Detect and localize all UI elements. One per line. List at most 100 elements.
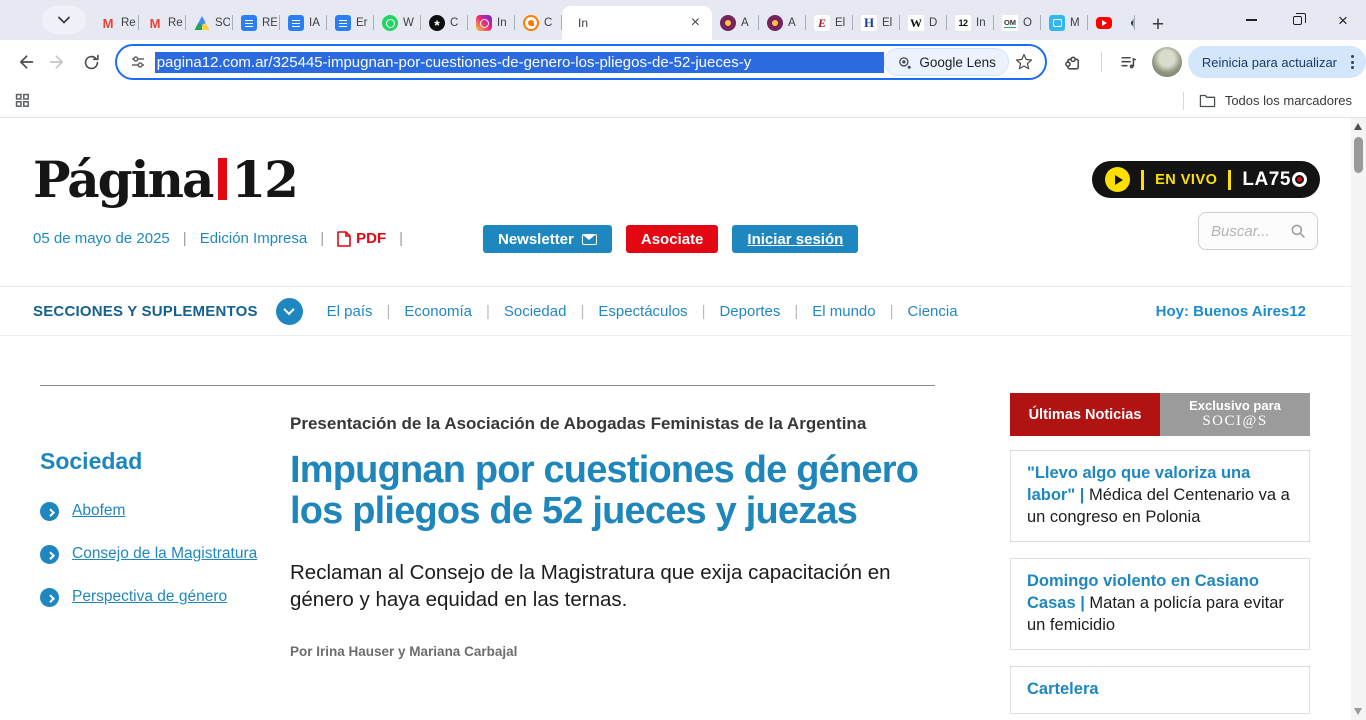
back-button[interactable] (8, 45, 42, 79)
browser-tab[interactable]: SO (186, 6, 233, 40)
newsletter-button[interactable]: Newsletter (483, 225, 612, 253)
browser-tab[interactable]: In (468, 6, 515, 40)
news-card[interactable]: "Llevo algo que valoriza una labor" | Mé… (1010, 450, 1310, 542)
today-edition-link[interactable]: Hoy: Buenos Aires12 (1156, 303, 1306, 320)
section-link[interactable]: Sociedad (504, 303, 598, 320)
sections-dropdown-button[interactable] (276, 298, 303, 325)
tab-ultimas-noticias[interactable]: Últimas Noticias (1010, 393, 1160, 436)
browser-tab[interactable]: A (712, 6, 759, 40)
tab-title: W (403, 17, 418, 29)
login-button[interactable]: Iniciar sesión (732, 225, 858, 253)
google-lens-button[interactable]: Google Lens (884, 48, 1009, 76)
page-scrollbar[interactable] (1351, 118, 1366, 720)
all-bookmarks-button[interactable]: Todos los marcadores (1183, 92, 1352, 110)
news-card[interactable]: Cartelera (1010, 666, 1310, 714)
tab-favicon (908, 15, 924, 31)
news-card[interactable]: Domingo violento en Casiano Casas | Mata… (1010, 558, 1310, 650)
browser-tab[interactable]: C (515, 6, 562, 40)
browser-toolbar: pagina12.com.ar/325445-impugnan-por-cues… (0, 40, 1366, 84)
browser-tab[interactable]: O (994, 6, 1041, 40)
tab-favicon (429, 15, 445, 31)
section-link[interactable]: Deportes (719, 303, 812, 320)
apps-grid-button[interactable] (14, 92, 31, 109)
tag-link-label[interactable]: Perspectiva de género (72, 587, 227, 607)
logo-text-2: 12 (231, 150, 297, 209)
tab-close-icon[interactable]: × (687, 15, 704, 31)
tab-favicon (241, 15, 257, 31)
live-divider (1141, 170, 1144, 190)
refresh-icon (82, 53, 101, 72)
browser-tab[interactable]: In (947, 6, 994, 40)
address-bar[interactable]: pagina12.com.ar/325445-impugnan-por-cues… (115, 44, 1047, 80)
browser-tab[interactable]: RE (233, 6, 280, 40)
browser-tab[interactable] (1088, 6, 1135, 40)
browser-tab[interactable]: A (759, 6, 806, 40)
article-tag[interactable]: Abofem (40, 501, 275, 521)
section-link[interactable]: Espectáculos (598, 303, 719, 320)
browser-tab[interactable]: C (421, 6, 468, 40)
browser-tab[interactable]: El (853, 6, 900, 40)
minimize-icon (1246, 19, 1257, 21)
close-window-button[interactable]: × (1320, 0, 1366, 40)
url-text-selected[interactable]: pagina12.com.ar/325445-impugnan-por-cues… (155, 52, 885, 73)
section-link[interactable]: El mundo (812, 303, 907, 320)
search-input[interactable] (1211, 223, 1289, 240)
news-card-highlight[interactable]: Cartelera (1027, 680, 1099, 698)
browser-tab[interactable]: Er (327, 6, 374, 40)
tab-search-button[interactable] (42, 6, 86, 34)
tab-favicon (382, 15, 398, 31)
tab-exclusivo-socios[interactable]: Exclusivo para SOCI@S (1160, 393, 1310, 436)
record-dot-icon (1292, 172, 1307, 187)
browser-tab[interactable]: W (374, 6, 421, 40)
section-link-label: El país (327, 303, 373, 320)
sections-label[interactable]: SECCIONES Y SUPLEMENTOS (33, 303, 258, 320)
tab-title: D (929, 17, 944, 29)
scroll-down-arrow[interactable] (1354, 708, 1362, 715)
browser-tab[interactable]: Re (92, 6, 139, 40)
section-title[interactable]: Sociedad (40, 448, 275, 475)
article-title[interactable]: Impugnan por cuestiones de género los pl… (290, 450, 940, 533)
browser-tab[interactable]: IA (280, 6, 327, 40)
minimize-button[interactable] (1228, 0, 1274, 40)
forward-button[interactable] (42, 45, 76, 79)
tab-favicon (288, 15, 304, 31)
pdf-link[interactable]: PDF (337, 230, 386, 247)
article-tag[interactable]: Consejo de la Magistratura (40, 544, 275, 564)
tab-title: Er (356, 17, 371, 29)
update-chrome-button[interactable]: Reinicia para actualizar (1188, 46, 1366, 78)
browser-tab[interactable]: Re (139, 6, 186, 40)
scroll-up-arrow[interactable] (1354, 123, 1362, 130)
tab-title: M (1070, 17, 1085, 29)
print-edition-link[interactable]: Edición Impresa (200, 230, 308, 247)
tag-link-label[interactable]: Consejo de la Magistratura (72, 544, 257, 564)
pagina12-logo[interactable]: Página12 (33, 150, 297, 209)
article-byline: Por Irina Hauser y Mariana Carbajal (290, 644, 945, 659)
live-radio-button[interactable]: EN VIVO LA75 (1092, 161, 1320, 198)
tag-link-label[interactable]: Abofem (72, 501, 125, 521)
section-link[interactable]: El país (327, 303, 405, 320)
menu-kebab-icon[interactable] (1345, 51, 1360, 73)
section-link[interactable]: Economía (404, 303, 503, 320)
chevron-right-icon (40, 545, 59, 564)
site-search[interactable] (1198, 212, 1318, 250)
asociate-button[interactable]: Asociate (626, 225, 719, 253)
refresh-button[interactable] (75, 45, 109, 79)
search-icon[interactable] (1289, 222, 1307, 240)
media-list-icon (1119, 53, 1138, 72)
article-tag[interactable]: Perspectiva de género (40, 587, 275, 607)
tab-favicon (767, 15, 783, 31)
browser-tab[interactable]: El (806, 6, 853, 40)
extensions-button[interactable] (1057, 45, 1091, 79)
browser-tab-active[interactable]: In × (562, 6, 712, 40)
tab-favicon (523, 15, 539, 31)
media-controls-button[interactable] (1112, 45, 1146, 79)
new-tab-button[interactable]: + (1143, 10, 1173, 40)
browser-tab[interactable]: D (900, 6, 947, 40)
bookmark-star-button[interactable] (1009, 45, 1039, 79)
tab-favicon (955, 15, 971, 31)
scrollbar-thumb[interactable] (1354, 137, 1363, 173)
section-link[interactable]: Ciencia (908, 303, 958, 320)
profile-avatar[interactable] (1152, 47, 1182, 77)
browser-tab[interactable]: M (1041, 6, 1088, 40)
maximize-button[interactable] (1274, 0, 1320, 40)
